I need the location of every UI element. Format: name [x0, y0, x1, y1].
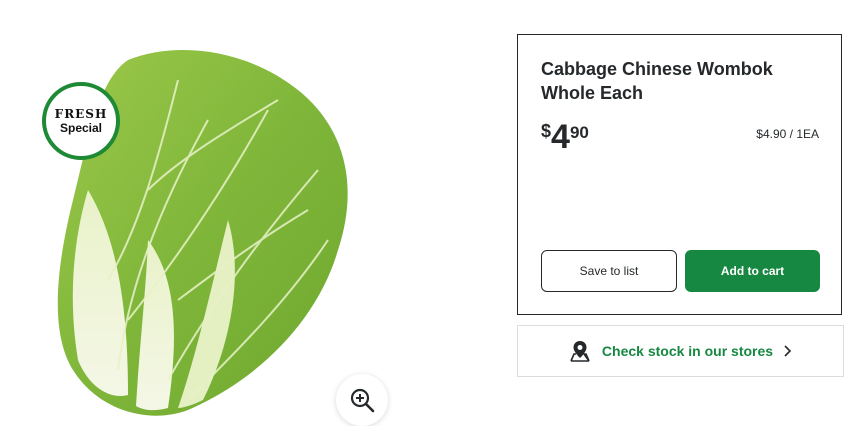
save-to-list-button[interactable]: Save to list [541, 250, 677, 292]
chevron-right-icon [784, 345, 792, 357]
add-to-cart-button[interactable]: Add to cart [685, 250, 820, 292]
badge-line-special: Special [59, 121, 103, 135]
price-cents: 90 [569, 123, 589, 142]
product-detail-card: Cabbage Chinese Wombok Whole Each $490 $… [517, 34, 842, 315]
price-dollars: 4 [551, 118, 570, 156]
map-pin-icon [570, 341, 590, 362]
check-stock-label: Check stock in our stores [601, 343, 774, 359]
unit-price: $4.90 / 1EA [756, 127, 819, 141]
product-image-area: FRESH Special [0, 0, 500, 426]
check-stock-link[interactable]: Check stock in our stores [517, 325, 844, 377]
fresh-special-badge: FRESH Special [42, 82, 120, 160]
zoom-button[interactable] [336, 374, 388, 426]
zoom-in-icon [350, 388, 375, 413]
price-currency: $ [541, 121, 552, 141]
badge-line-fresh: FRESH [54, 107, 108, 121]
product-price: $490 [541, 119, 589, 155]
product-title: Cabbage Chinese Wombok Whole Each [541, 59, 773, 103]
